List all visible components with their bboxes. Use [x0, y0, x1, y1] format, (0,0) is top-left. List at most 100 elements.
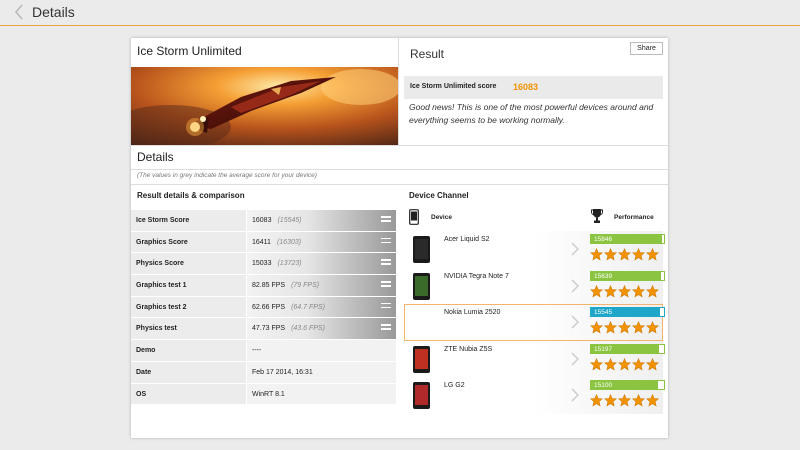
row-label: Graphics test 1	[131, 275, 246, 296]
star-icon	[617, 320, 632, 334]
top-bar: Details	[0, 0, 800, 26]
row-average: (64.7 FPS)	[291, 303, 325, 311]
performance-bar: 15545	[590, 307, 665, 317]
rating-stars	[589, 357, 662, 371]
divider	[131, 184, 668, 185]
divider	[131, 145, 668, 146]
star-icon	[645, 357, 660, 371]
device-name: ZTE Nubia Z5S	[444, 345, 493, 353]
share-button[interactable]: Share	[630, 42, 663, 55]
device-row[interactable]: ZTE Nubia Z5S 15197	[404, 340, 665, 377]
star-icon	[617, 357, 632, 371]
performance-bar: 15100	[590, 380, 665, 390]
device-list: Acer Liquid S2 15846 NVIDIA Tegra Note 7 15…	[404, 231, 665, 414]
row-average: (43.6 FPS)	[291, 325, 325, 333]
star-icon	[617, 284, 632, 298]
back-chevron-icon[interactable]	[14, 4, 28, 20]
device-image	[413, 272, 430, 300]
star-icon	[603, 320, 618, 334]
device-score: 15846	[594, 236, 613, 243]
star-icon	[589, 357, 604, 371]
table-row: Physics Score 15033 (13723)	[131, 253, 396, 276]
device-row[interactable]: LG G2 15100	[404, 377, 665, 414]
star-icon	[631, 393, 646, 407]
device-score: 15197	[594, 345, 613, 353]
table-row: Graphics test 1 82.85 FPS (79 FPS)	[131, 275, 396, 297]
phone-icon	[409, 209, 419, 225]
star-icon	[603, 284, 618, 298]
device-column-header: Device	[431, 214, 452, 221]
row-label: Graphics test 2	[131, 296, 246, 318]
details-card: Ice Storm Unlimited Result Share Ice Sto…	[131, 38, 668, 438]
device-score: 15639	[594, 272, 613, 280]
device-row[interactable]: NVIDIA Tegra Note 7 15639	[404, 267, 665, 304]
performance-bar: 15846	[590, 234, 665, 244]
star-icon	[645, 247, 660, 261]
performance-bar: 15197	[590, 343, 665, 354]
device-list-header: Device Performance	[409, 207, 663, 231]
menu-icon[interactable]	[381, 237, 391, 247]
chevron-right-icon[interactable]	[571, 388, 580, 402]
menu-icon[interactable]	[381, 281, 391, 290]
performance-bar: 15639	[590, 270, 665, 281]
page-title: Details	[32, 4, 75, 20]
rating-stars	[589, 284, 662, 298]
star-icon	[631, 320, 646, 334]
star-icon	[603, 357, 618, 371]
result-details-table: Ice Storm Score 16083 (15545) Graphics Sc…	[131, 210, 396, 406]
row-label: Physics test	[131, 318, 246, 340]
device-row[interactable]: Acer Liquid S2 15846	[404, 231, 665, 268]
table-row: Graphics Score 16411 (16303)	[131, 231, 396, 254]
row-average: (16303)	[276, 238, 302, 246]
result-title: Result	[410, 47, 445, 61]
device-row[interactable]: Nokia Lumia 2520 15545	[404, 304, 665, 341]
column-divider	[398, 38, 399, 145]
table-row: Physics test 47.73 FPS (43.6 FPS)	[131, 318, 396, 341]
device-name: NVIDIA Tegra Note 7	[444, 272, 509, 280]
star-icon	[603, 393, 618, 407]
rating-stars	[589, 393, 662, 407]
details-title: Details	[137, 150, 174, 164]
result-details-title: Result details & comparison	[137, 191, 245, 200]
chevron-right-icon[interactable]	[571, 315, 580, 329]
device-name: Acer Liquid S2	[444, 236, 490, 243]
menu-icon[interactable]	[381, 302, 391, 312]
score-label: Ice Storm Unlimited score	[410, 83, 497, 90]
score-value: 16083	[513, 82, 539, 92]
star-icon	[631, 247, 646, 261]
rating-stars	[589, 247, 662, 261]
menu-icon[interactable]	[381, 216, 391, 225]
row-value: ----	[252, 347, 262, 355]
chevron-right-icon[interactable]	[571, 242, 580, 256]
divider	[131, 169, 668, 170]
row-value: WinRT 8.1	[252, 390, 285, 398]
row-label: Graphics Score	[131, 231, 246, 253]
device-image	[413, 345, 430, 373]
star-icon	[589, 393, 604, 407]
row-label: Demo	[131, 340, 246, 361]
device-image	[413, 382, 430, 409]
star-icon	[645, 393, 660, 407]
star-icon	[589, 284, 604, 298]
result-message: Good news! This is one of the most power…	[409, 102, 654, 125]
chevron-right-icon[interactable]	[571, 278, 580, 293]
star-icon	[631, 284, 646, 298]
chevron-right-icon[interactable]	[571, 351, 580, 366]
score-box: Ice Storm Unlimited score 16083	[404, 76, 663, 99]
benchmark-title: Ice Storm Unlimited	[137, 44, 242, 58]
row-value: 15033	[252, 260, 272, 268]
star-icon	[645, 320, 660, 334]
device-score: 15545	[594, 309, 613, 316]
table-row: Ice Storm Score 16083 (15545)	[131, 210, 396, 232]
row-average: (15545)	[277, 217, 302, 224]
menu-icon[interactable]	[381, 324, 391, 333]
row-average: (79 FPS)	[291, 282, 320, 290]
row-average: (13723)	[277, 260, 302, 268]
menu-icon[interactable]	[381, 259, 391, 268]
rating-stars	[589, 320, 662, 334]
row-value: 47.73 FPS	[252, 325, 286, 333]
row-label: OS	[131, 383, 246, 405]
table-row: Graphics test 2 62.66 FPS (64.7 FPS)	[131, 296, 396, 319]
row-label: Ice Storm Score	[131, 210, 246, 231]
row-value: 82.85 FPS	[252, 282, 286, 290]
